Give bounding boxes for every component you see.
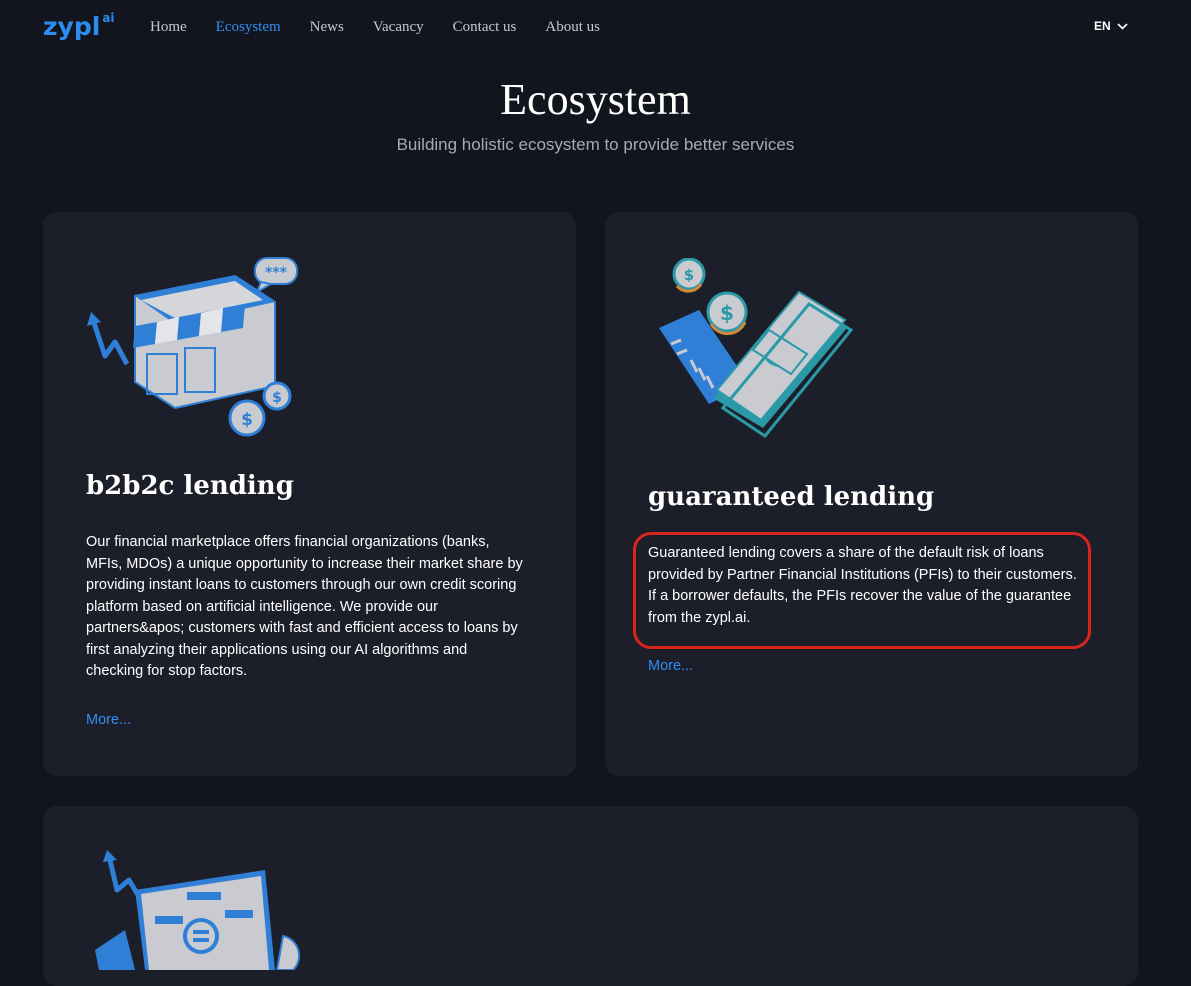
main-nav: Home Ecosystem News Vacancy Contact us A…: [150, 16, 629, 38]
money-card-icon: $ $: [659, 258, 854, 439]
nav-ecosystem[interactable]: Ecosystem: [216, 16, 281, 38]
language-label: EN: [1094, 19, 1111, 33]
nav-vacancy[interactable]: Vacancy: [373, 16, 424, 38]
logo-text: zypl: [43, 12, 101, 41]
nav-home[interactable]: Home: [150, 16, 187, 38]
nav-contact-us[interactable]: Contact us: [453, 16, 517, 38]
card-b2b2c-lending: *** $ $ b2b2c lending Our financial mark…: [43, 212, 576, 776]
svg-text:$: $: [241, 410, 253, 430]
svg-text:$: $: [272, 390, 282, 406]
page-title: Ecosystem: [500, 75, 691, 124]
more-link[interactable]: More...: [648, 658, 693, 674]
card-description: Our financial marketplace offers financi…: [86, 534, 523, 679]
card-guaranteed-lending: $ $ guaranteed lending Guaranteed lendin…: [605, 212, 1138, 776]
card-title: b2b2c lending: [86, 471, 294, 501]
nav-news[interactable]: News: [310, 16, 344, 38]
nav-about-us[interactable]: About us: [545, 16, 600, 38]
more-link[interactable]: More...: [86, 712, 131, 728]
top-navigation-bar: zypl ai Home Ecosystem News Vacancy Cont…: [0, 0, 1191, 56]
storefront-icon: *** $ $: [87, 257, 298, 437]
language-selector[interactable]: EN: [1094, 19, 1128, 33]
svg-text:$: $: [720, 301, 734, 325]
svg-text:$: $: [684, 266, 694, 284]
tablet-chart-icon: [95, 850, 301, 970]
card-title: guaranteed lending: [648, 482, 935, 512]
chevron-down-icon: [1117, 22, 1128, 30]
card-description: Guaranteed lending covers a share of the…: [648, 545, 1077, 626]
card-third-service: [43, 806, 1138, 986]
zypl-logo[interactable]: zypl ai: [43, 10, 115, 44]
svg-text:***: ***: [265, 265, 288, 281]
logo-sup: ai: [102, 11, 115, 25]
page-subtitle: Building holistic ecosystem to provide b…: [396, 135, 795, 154]
